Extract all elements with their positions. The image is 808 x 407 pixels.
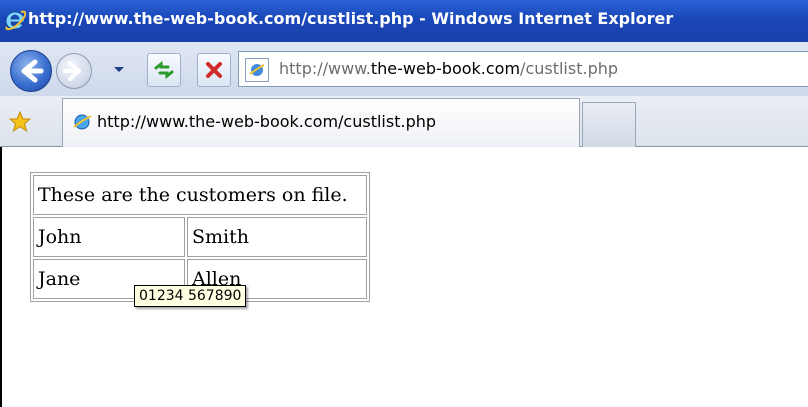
ie-logo-icon [5,10,26,31]
url-path: /custlist.php [520,59,619,78]
title-bar: http://www.the-web-book.com/custlist.php… [0,0,808,42]
address-url[interactable]: http://www.the-web-book.com/custlist.php [279,59,618,78]
url-domain: the-web-book.com [370,59,521,78]
new-tab-button[interactable] [582,102,636,147]
tab-label: http://www.the-web-book.com/custlist.php [97,112,437,131]
table-header-row: These are the customers on file. [33,175,367,215]
phone-tooltip: 01234 567890 [134,285,247,307]
customer-table: These are the customers on file. John Sm… [30,172,370,302]
ie-tab-icon [73,114,92,130]
table-row: John Smith [33,217,367,257]
last-name-cell: Smith [187,217,367,257]
address-bar[interactable]: http://www.the-web-book.com/custlist.php [238,51,808,87]
ie-page-icon [245,58,269,82]
url-prefix: http://www. [279,59,371,78]
tab-active[interactable]: http://www.the-web-book.com/custlist.php [62,98,580,147]
favorites-star-icon[interactable] [8,110,32,134]
window-title: http://www.the-web-book.com/custlist.php… [28,9,674,28]
stop-button[interactable] [197,53,231,87]
back-button[interactable] [10,50,52,92]
first-name-cell: John [33,217,185,257]
page-content: These are the customers on file. John Sm… [0,147,808,407]
stop-icon [206,62,222,78]
forward-button[interactable] [56,53,92,89]
dropdown-icon[interactable] [113,63,125,75]
table-header: These are the customers on file. [33,175,367,215]
forward-icon [63,61,81,81]
refresh-icon [154,60,174,80]
back-icon [21,59,44,83]
refresh-button[interactable] [147,53,181,87]
